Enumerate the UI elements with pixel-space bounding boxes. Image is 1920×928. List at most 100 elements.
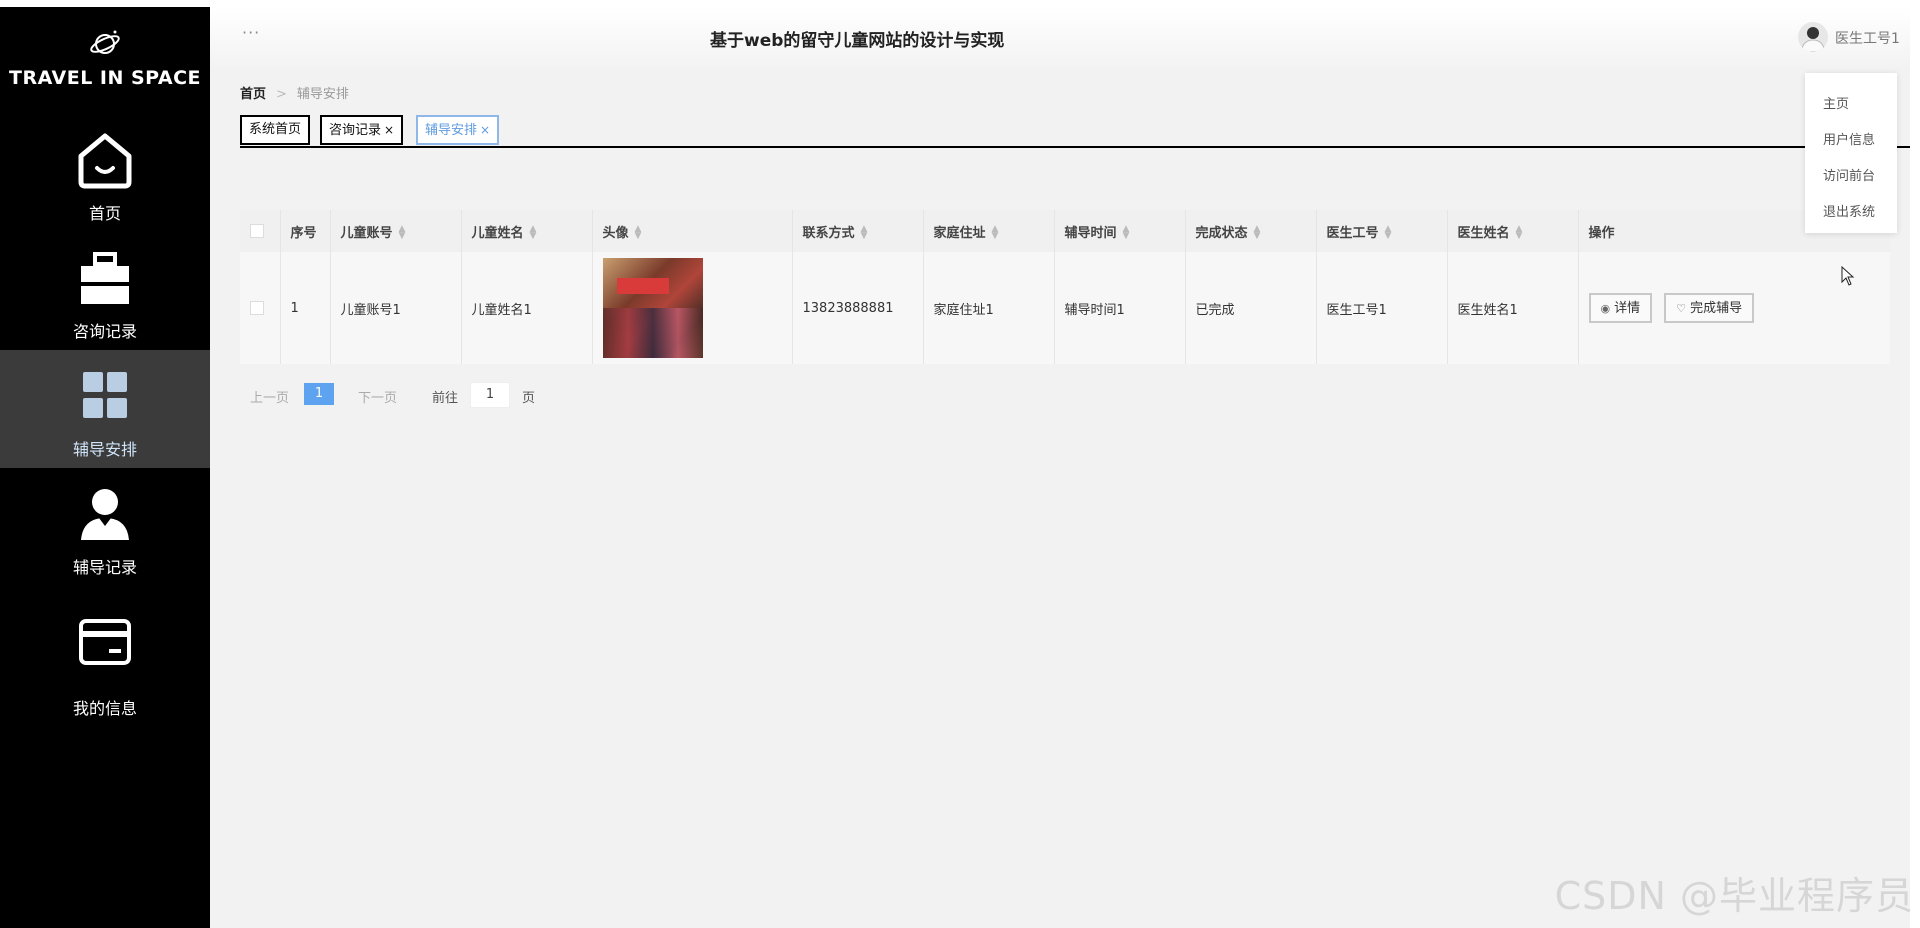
column-header[interactable]: 辅导时间 ▲ ▼ [1054,210,1186,252]
sidebar-item-label: 辅导安排 [72,440,137,459]
cell-address: 家庭住址1 [923,252,1055,364]
logo-text: TRAVEL IN SPACE [9,67,201,89]
select-all-cell [240,210,281,252]
avatar-photo[interactable] [602,258,703,358]
main-content: 首页 > 辅导安排 系统首页 咨询记录 × 辅导安排 × 序号 儿童账号 ▲ ▼ 儿童姓名 ▲… [210,67,1910,928]
goto-page-input[interactable]: 1 [470,382,510,408]
briefcase-icon [81,252,129,304]
sidebar-item-label: 辅导记录 [72,558,137,577]
goto-label: 前往 [432,391,459,406]
sort-icon[interactable]: ▲ ▼ [1254,225,1261,241]
tab-divider [240,146,1910,148]
page-title: 基于web的留守儿童网站的设计与实现 [710,31,1005,51]
more-icon[interactable]: ··· [242,23,260,42]
column-header[interactable]: 家庭住址 ▲ ▼ [923,210,1055,252]
avatar[interactable] [1798,22,1828,52]
tab-tutoring-schedule[interactable]: 辅导安排 × [416,115,500,145]
logo: TRAVEL IN SPACE [0,27,210,89]
row-select-cell [240,252,281,364]
grid-icon [83,372,127,418]
sidebar-item-tutoring-records[interactable]: 辅导记录 [0,468,210,586]
sidebar-item-label: 首页 [88,204,121,223]
sort-icon[interactable]: ▲ ▼ [861,225,868,241]
column-header[interactable]: 医生姓名 ▲ ▼ [1447,210,1579,252]
menu-item-visit-frontend[interactable]: 访问前台 [1823,165,1875,184]
home-icon [78,133,132,189]
table-header-row: 序号 儿童账号 ▲ ▼ 儿童姓名 ▲ ▼ 头像 ▲ ▼ 联系方式 ▲ ▼ 家庭住址 ▲ ▼ 辅导时间… [240,210,1890,252]
cell-status: 已完成 [1185,252,1317,364]
page-unit-label: 页 [522,391,536,406]
tab-system-home[interactable]: 系统首页 [240,115,311,145]
tab-label: 辅导安排 [425,123,478,138]
select-all-checkbox[interactable] [250,224,264,238]
sidebar: TRAVEL IN SPACE 首页 咨询记录 辅导安排 辅导记录 我的信息 [0,7,210,928]
column-label: 儿童姓名 [471,225,524,241]
complete-button-label: 完成辅导 [1690,301,1743,316]
close-icon[interactable]: × [480,123,490,137]
detail-button[interactable]: ◉ 详情 [1588,293,1653,323]
doctor-avatar-icon [1800,27,1826,52]
sidebar-item-tutoring-schedule[interactable]: 辅导安排 [0,350,210,468]
cell-index: 1 [280,252,331,364]
column-label: 家庭住址 [933,225,986,241]
column-label: 头像 [602,225,629,241]
column-header[interactable]: 儿童姓名 ▲ ▼ [461,210,593,252]
breadcrumb-current: 辅导安排 [296,87,349,102]
column-header[interactable]: 医生工号 ▲ ▼ [1316,210,1448,252]
sidebar-item-label: 咨询记录 [72,322,137,341]
sort-icon[interactable]: ▲ ▼ [399,225,406,241]
menu-item-home[interactable]: 主页 [1823,93,1849,112]
page-number[interactable]: 1 [304,383,334,405]
column-header[interactable]: 儿童账号 ▲ ▼ [330,210,462,252]
tab-consult-records[interactable]: 咨询记录 × [320,115,404,145]
tab-label: 系统首页 [249,122,302,137]
close-icon[interactable]: × [384,123,394,137]
eye-icon: ◉ [1600,302,1611,315]
photo-banner [616,278,669,294]
breadcrumb-separator: > [276,87,287,102]
sort-icon[interactable]: ▲ ▼ [1516,225,1523,241]
column-label: 联系方式 [802,225,855,241]
mouse-cursor-icon [1841,266,1855,286]
row-checkbox[interactable] [250,301,264,315]
photo-crowd [602,308,703,358]
sidebar-item-home[interactable]: 首页 [0,114,210,232]
menu-item-logout[interactable]: 退出系统 [1823,201,1875,220]
cell-doctor-id: 医生工号1 [1316,252,1448,364]
breadcrumb-home[interactable]: 首页 [240,87,266,102]
column-header[interactable]: 联系方式 ▲ ▼ [792,210,924,252]
sort-icon[interactable]: ▲ ▼ [1385,225,1392,241]
menu-item-user-info[interactable]: 用户信息 [1823,129,1875,148]
cell-child-name: 儿童姓名1 [461,252,593,364]
user-dropdown-menu: 主页 用户信息 访问前台 退出系统 [1805,73,1897,233]
cell-child-account: 儿童账号1 [330,252,462,364]
complete-tutoring-button[interactable]: ♡ 完成辅导 [1664,293,1755,323]
next-page-button[interactable]: 下一页 [358,387,397,406]
top-header: ··· 基于web的留守儿童网站的设计与实现 医生工号1 [210,7,1910,67]
sort-icon[interactable]: ▲ ▼ [635,225,642,241]
user-name[interactable]: 医生工号1 [1835,28,1900,48]
user-icon [81,489,129,540]
sort-icon[interactable]: ▲ ▼ [992,225,999,241]
sidebar-item-label: 我的信息 [72,699,137,718]
tab-label: 咨询记录 [329,123,382,138]
column-label: 辅导时间 [1064,225,1117,241]
planet-icon [90,30,120,54]
data-table: 序号 儿童账号 ▲ ▼ 儿童姓名 ▲ ▼ 头像 ▲ ▼ 联系方式 ▲ ▼ 家庭住址 ▲ ▼ 辅导时间… [240,210,1890,364]
column-header[interactable]: 完成状态 ▲ ▼ [1185,210,1317,252]
table-row[interactable]: 1 儿童账号1 儿童姓名1 13823888881 家庭住址1 辅导时间1 已完… [240,252,1890,364]
cell-phone: 13823888881 [792,252,924,364]
sidebar-item-my-info[interactable]: 我的信息 [0,597,210,718]
sidebar-item-consult-records[interactable]: 咨询记录 [0,232,210,350]
prev-page-button[interactable]: 上一页 [250,387,289,406]
sort-icon[interactable]: ▲ ▼ [530,225,537,241]
column-header[interactable]: 头像 ▲ ▼ [592,210,793,252]
column-header: 序号 [280,210,331,252]
heart-icon: ♡ [1676,302,1687,315]
column-label: 医生工号 [1326,225,1379,241]
detail-button-label: 详情 [1614,301,1641,316]
watermark: CSDN @毕业程序员 [1554,874,1914,918]
cell-avatar [592,252,793,364]
column-label: 医生姓名 [1457,225,1510,241]
sort-icon[interactable]: ▲ ▼ [1123,225,1130,241]
